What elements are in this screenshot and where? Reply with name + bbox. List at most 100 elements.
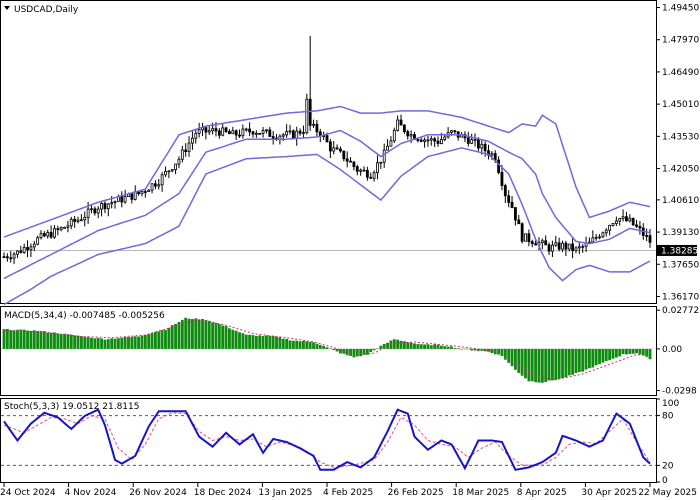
macd-bar [530,348,534,382]
macd-bar [561,348,564,378]
macd-bar [436,344,440,349]
stoch-axis: 100 80 20 0 [656,398,679,486]
macd-bar [510,348,514,367]
macd-bar [312,342,315,349]
candle-body [490,153,494,156]
candle-body [90,208,93,211]
candle-body [157,184,161,187]
candle-body [120,196,124,203]
macd-bar [419,344,423,349]
macd-bar [197,319,201,349]
candle-body [503,185,507,197]
candle-body [96,208,100,214]
macd-bar [631,348,635,354]
candle-body [160,174,164,186]
candle-body [335,147,339,150]
macd-bar [406,342,410,349]
candle-body [500,172,504,186]
candle-body [100,203,103,210]
macd-bar [49,332,53,349]
candle-body [382,149,386,163]
candle-body [625,216,628,222]
stoch-label: Stoch(5,3,3) 19.0512 21.8115 [4,402,139,412]
candle-body [450,130,453,133]
macd-bar [517,348,521,373]
candle-body [406,131,410,137]
macd-bar [278,337,282,349]
macd-label: MACD(5,34,4) -0.007485 -0.005256 [4,311,165,321]
macd-bar [423,344,427,349]
macd-bar [291,340,295,349]
macd-bar [241,333,245,349]
macd-bar [567,348,571,376]
candle-body [497,159,501,173]
macd-bar [392,339,396,349]
candle-body [5,256,9,259]
candle-body [409,134,413,137]
candle-body [520,223,524,242]
stoch-tick-label: 100 [662,399,679,409]
candle-body [614,220,618,224]
candle-body [110,202,114,205]
candle-body [143,191,147,193]
candle-body [271,136,275,139]
candle-body [328,141,332,152]
candle-body [36,237,40,245]
candle-body [167,170,171,173]
candle-body [618,218,622,222]
macd-tick-label: 0.02772 [662,306,699,316]
candle-body [140,191,144,195]
macd-bar [318,344,322,349]
price-tick-label: 1.36170 [662,292,699,302]
candle-body [73,218,77,222]
candle-body [635,224,638,227]
macd-bar [147,334,151,349]
date-axis: 24 Oct 2024 4 Nov 2024 26 Nov 2024 18 Dec 2… [0,483,697,498]
candle-body [581,245,585,248]
macd-bar [19,329,23,349]
macd-bar [574,348,578,374]
candle-body [204,127,208,133]
candle-body [231,130,235,135]
candle-body [295,130,299,139]
candle-body [453,130,457,133]
candle-body [554,242,558,246]
macd-bar [224,326,228,349]
macd-bar [170,325,174,349]
date-tick-label: 13 Jan 2025 [258,488,312,498]
macd-bar [201,318,204,349]
macd-bar [251,335,255,349]
macd-bar [12,330,16,349]
macd-bar [295,340,299,349]
macd-bar [150,333,154,349]
candle-body [251,131,255,135]
candle-body [483,143,487,152]
date-tick-label: 26 Feb 2025 [388,488,444,498]
macd-bar [69,334,73,349]
stoch-tick-label: 0 [662,476,668,486]
candle-body [369,176,373,179]
macd-bar [76,335,80,349]
macd-bar [446,346,450,349]
macd-bar [133,336,137,349]
macd-bar [123,337,127,349]
macd-bar [211,322,215,349]
candle-body [83,216,87,221]
macd-bar [86,336,90,349]
macd-bar [231,329,235,349]
candle-body [32,243,36,248]
candle-body [288,130,292,133]
macd-bar [177,322,181,349]
macd-bar [244,334,248,349]
candle-body [258,132,262,135]
symbol-label-text: USDCAD,Daily [14,5,79,15]
candle-body [150,183,154,191]
candle-body [594,236,598,239]
date-tick-label: 30 Apr 2025 [581,488,637,498]
macd-bar [217,324,221,349]
candle-body [561,242,564,250]
macd-bar [265,335,268,349]
candle-body [608,225,612,231]
usdcad-chart: USDCAD,Daily 1.49450 1.47970 1.46490 1.4501… [0,0,699,498]
candle-body [473,139,477,141]
